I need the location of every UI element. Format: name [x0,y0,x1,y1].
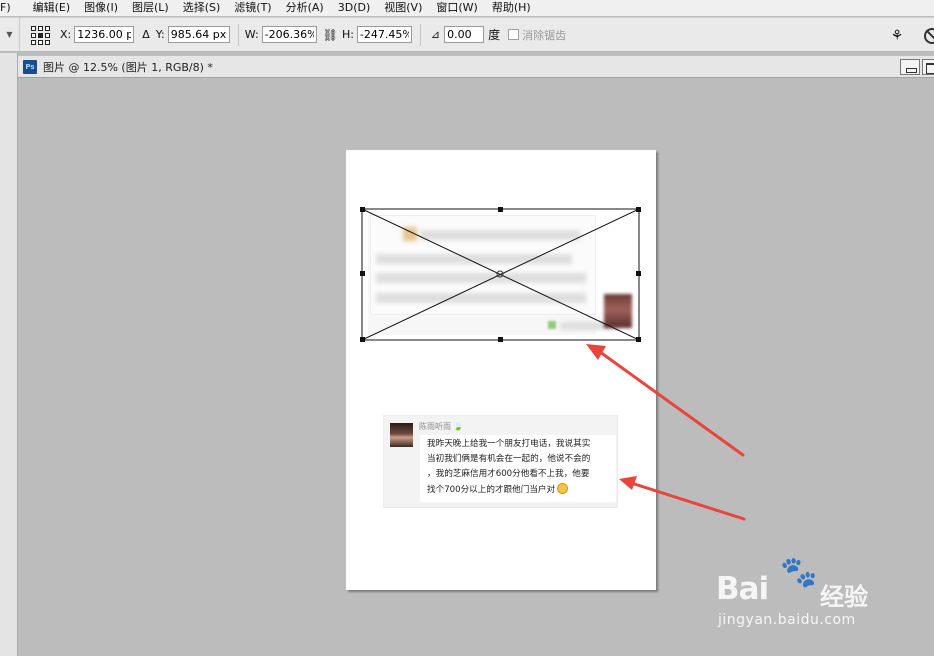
tools-panel-edge [0,53,18,656]
height-scale-input[interactable] [356,26,412,43]
comment-username: 陈雨听雨 🍃 [419,422,463,431]
ps-icon: Ps [23,59,37,74]
document-tab-bar: Ps 图片 @ 12.5% (图片 1, RGB/8) * [18,56,934,78]
menu-edit[interactable]: 编辑(E) [33,0,79,16]
menu-file[interactable]: F) [0,0,19,16]
menu-analysis[interactable]: 分析(A) [286,0,332,16]
x-label: X: [60,28,72,41]
link-icon[interactable]: ⛓ [323,28,338,42]
menu-3d[interactable]: 3D(D) [338,0,379,16]
blurred-text-line [420,230,580,240]
menu-image[interactable]: 图像(I) [84,0,126,16]
y-label: Y: [155,28,165,41]
leaf-icon: 🍃 [453,422,463,431]
menu-select[interactable]: 选择(S) [183,0,229,16]
flushed-emoji-icon [557,483,569,494]
comment-line: 找个700分以上的才跟他门当户对 [427,483,569,496]
blurred-text-line [376,254,572,264]
blurred-icon [548,321,556,329]
y-position-input[interactable] [167,26,230,43]
tool-preset-dropdown[interactable]: ▼ [0,17,20,52]
menu-layer[interactable]: 图层(L) [132,0,177,16]
h-label: H: [341,28,354,41]
warp-icon[interactable]: ⚘ [888,27,906,45]
cancel-transform-icon[interactable] [924,27,934,44]
menu-view[interactable]: 视图(V) [384,0,430,16]
avatar [390,423,413,447]
comment-body: 我昨天晚上给我一个朋友打电话，我说其实 当初我们俩是有机会在一起的，他说不会的 … [420,435,616,502]
width-scale-input[interactable] [261,26,317,43]
watermark-suffix: 经验 [820,583,868,611]
reference-point-icon[interactable] [30,25,50,45]
w-label: W: [244,28,259,41]
x-position-input[interactable] [74,26,135,43]
angle-unit: 度 [488,28,501,42]
blurred-avatar [604,294,632,328]
watermark-brand: Bai [716,571,769,607]
divider [237,23,239,46]
angle-icon: ⊿ [430,28,441,41]
comment-card: 陈雨听雨 🍃 我昨天晚上给我一个朋友打电话，我说其实 当初我们俩是有机会在一起的，… [383,415,618,508]
antialias-checkbox[interactable] [508,29,520,40]
minimize-icon[interactable] [900,59,920,75]
delta-icon[interactable]: Δ [142,28,150,41]
baidu-watermark: Bai 🐾 经验 jingyan.baidu.com [716,555,926,645]
menu-bar: F) 编辑(E) 图像(I) 图层(L) 选择(S) 滤镜(T) 分析(A) 3… [0,0,934,16]
photoshop-window: F) 编辑(E) 图像(I) 图层(L) 选择(S) 滤镜(T) 分析(A) 3… [0,0,934,656]
menu-help[interactable]: 帮助(H) [492,0,539,16]
document-title[interactable]: 图片 @ 12.5% (图片 1, RGB/8) * [43,59,213,75]
blurred-text-line [376,273,586,283]
menu-filter[interactable]: 滤镜(T) [234,0,279,16]
maximize-icon[interactable] [922,59,934,75]
comment-line: 当初我们俩是有机会在一起的，他说不会的 [427,454,591,464]
paw-icon: 🐾 [780,555,818,590]
divider [419,23,421,46]
chevron-down-icon: ▼ [6,30,13,39]
blurred-badge [403,227,417,241]
blurred-text-line [376,293,586,303]
comment-line: 我昨天晚上给我一个朋友打电话，我说其实 [427,439,591,449]
menu-window[interactable]: 窗口(W) [436,0,485,16]
rotation-input[interactable] [444,26,485,43]
comment-line: ，我的芝麻信用才600分他看不上我，他要 [427,469,590,479]
watermark-url: jingyan.baidu.com [718,612,856,628]
options-bar: ▼ X: Δ Y: W: ⛓ H: ⊿ 度 消除锯齿 ⚘ [0,17,934,52]
antialias-label: 消除锯齿 [522,28,567,42]
